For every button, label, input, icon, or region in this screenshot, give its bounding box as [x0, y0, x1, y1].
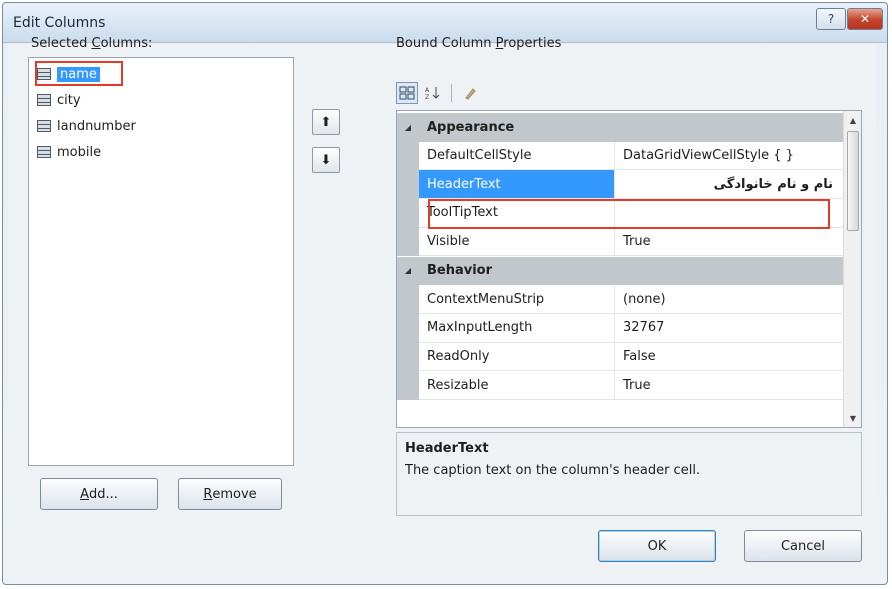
- categorized-icon[interactable]: [396, 82, 418, 104]
- property-pages-icon[interactable]: [459, 82, 481, 104]
- toolbar-separator: [451, 84, 452, 102]
- row-margin: [397, 371, 419, 400]
- close-icon: ✕: [859, 12, 871, 26]
- column-item-label: landnumber: [57, 118, 136, 134]
- label-text: roperties: [503, 36, 562, 51]
- column-item-label: city: [57, 92, 81, 108]
- label-text: Bound Column: [396, 36, 496, 51]
- column-icon: [37, 68, 51, 80]
- property-value[interactable]: [615, 199, 843, 228]
- close-button[interactable]: ✕: [847, 8, 883, 30]
- row-margin: [397, 141, 419, 171]
- move-down-button[interactable]: ⬇: [312, 147, 340, 173]
- property-value-input[interactable]: نام و نام خانوادگی: [615, 170, 843, 200]
- property-name: ReadOnly: [419, 342, 615, 372]
- column-item-label: name: [57, 66, 100, 82]
- collapse-icon[interactable]: ◢: [397, 113, 419, 142]
- arrow-up-icon: ⬆: [320, 114, 332, 130]
- property-row-defaultcellstyle[interactable]: DefaultCellStyle DataGridViewCellStyle {…: [397, 141, 843, 171]
- property-row-tooltiptext[interactable]: ToolTipText: [397, 199, 843, 228]
- collapse-icon[interactable]: ◢: [397, 256, 419, 286]
- column-item-landnumber[interactable]: landnumber: [37, 115, 136, 137]
- category-behavior[interactable]: ◢ Behavior: [397, 256, 843, 286]
- category-label: Appearance: [419, 113, 843, 142]
- property-value[interactable]: False: [615, 343, 843, 372]
- label-text: olumns:: [100, 36, 153, 51]
- arrow-down-icon: ⬇: [320, 152, 332, 168]
- row-margin: [397, 313, 419, 343]
- svg-text:Z: Z: [425, 94, 429, 100]
- property-name: Resizable: [419, 371, 615, 400]
- property-grid[interactable]: ◢ Appearance DefaultCellStyle DataGridVi…: [396, 110, 862, 428]
- property-name: ContextMenuStrip: [419, 285, 615, 314]
- label-access-key: C: [91, 36, 101, 51]
- property-grid-toolbar: AZ: [396, 81, 481, 105]
- svg-text:A: A: [425, 87, 430, 94]
- row-margin: [397, 285, 419, 314]
- column-icon: [37, 120, 51, 132]
- property-row-maxinputlength[interactable]: MaxInputLength 32767: [397, 313, 843, 343]
- column-item-label: mobile: [57, 144, 102, 160]
- button-label: dd...: [89, 486, 118, 502]
- property-name: ToolTipText: [419, 199, 615, 228]
- window-title: Edit Columns: [13, 15, 106, 31]
- button-access-key: R: [203, 486, 213, 502]
- button-label: emove: [212, 486, 257, 502]
- property-row-contextmenustrip[interactable]: ContextMenuStrip (none): [397, 285, 843, 314]
- selected-columns-label: Selected Columns:: [31, 36, 152, 51]
- property-name: HeaderText: [419, 170, 615, 200]
- property-name: Visible: [419, 227, 615, 257]
- selected-columns-list[interactable]: name city landnumber mobile: [28, 57, 294, 466]
- property-row-headertext[interactable]: HeaderText نام و نام خانوادگی: [397, 170, 843, 200]
- help-icon: ?: [827, 12, 835, 26]
- property-description-panel: HeaderText The caption text on the colum…: [396, 432, 862, 516]
- column-icon: [37, 94, 51, 106]
- add-button[interactable]: Add...: [40, 478, 158, 510]
- button-access-key: A: [80, 486, 89, 502]
- move-up-button[interactable]: ⬆: [312, 109, 340, 135]
- property-value[interactable]: DataGridViewCellStyle { }: [615, 142, 843, 171]
- cancel-button[interactable]: Cancel: [744, 530, 862, 562]
- property-row-visible[interactable]: Visible True: [397, 227, 843, 257]
- property-value[interactable]: True: [615, 371, 843, 400]
- scroll-up-icon[interactable]: ▲: [844, 111, 861, 129]
- category-appearance[interactable]: ◢ Appearance: [397, 113, 843, 142]
- row-margin: [397, 199, 419, 228]
- row-margin: [397, 227, 419, 257]
- property-row-resizable[interactable]: Resizable True: [397, 371, 843, 400]
- property-value[interactable]: True: [615, 228, 843, 257]
- category-label: Behavior: [419, 256, 843, 286]
- property-value[interactable]: 32767: [615, 314, 843, 343]
- remove-button[interactable]: Remove: [178, 478, 282, 510]
- button-label: OK: [647, 538, 667, 554]
- row-margin: [397, 170, 419, 200]
- scroll-down-icon[interactable]: ▼: [844, 409, 861, 427]
- column-icon: [37, 146, 51, 158]
- property-row-readonly[interactable]: ReadOnly False: [397, 342, 843, 372]
- scroll-thumb[interactable]: [847, 131, 859, 231]
- alphabetical-icon[interactable]: AZ: [422, 82, 444, 104]
- description-title: HeaderText: [405, 441, 489, 456]
- column-item-mobile[interactable]: mobile: [37, 141, 101, 163]
- button-label: Cancel: [780, 538, 826, 554]
- column-item-name[interactable]: name: [37, 63, 100, 85]
- label-text: Selected: [31, 36, 92, 51]
- description-text: The caption text on the column's header …: [405, 463, 701, 478]
- property-name: DefaultCellStyle: [419, 141, 615, 171]
- bound-column-properties-label: Bound Column Properties: [396, 36, 561, 51]
- property-grid-scrollbar[interactable]: ▲ ▼: [843, 111, 861, 427]
- ok-button[interactable]: OK: [598, 530, 716, 562]
- row-margin: [397, 342, 419, 372]
- property-name: MaxInputLength: [419, 313, 615, 343]
- property-value[interactable]: (none): [615, 285, 843, 314]
- help-button[interactable]: ?: [816, 8, 846, 30]
- column-item-city[interactable]: city: [37, 89, 81, 111]
